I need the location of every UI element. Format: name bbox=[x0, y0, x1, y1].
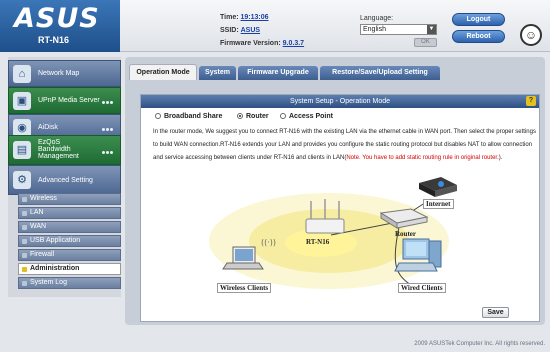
sidebar-item-label: EzQoS Bandwidth Management bbox=[38, 139, 79, 160]
tab-operation-mode[interactable]: Operation Mode bbox=[129, 64, 197, 80]
language-select[interactable]: English ▼ bbox=[360, 24, 437, 35]
sidebar-item-label: AiDisk bbox=[38, 124, 58, 131]
mode-description: In the router mode, We suggest you to co… bbox=[153, 129, 536, 161]
qos-icon: ▤ bbox=[13, 141, 31, 159]
bullet-icon bbox=[22, 239, 27, 244]
firmware-value[interactable]: 9.0.3.7 bbox=[283, 40, 304, 47]
sidebar-sub-wireless[interactable]: Wireless bbox=[18, 193, 121, 205]
bullet-icon bbox=[22, 197, 27, 202]
sidebar-item-ezqos[interactable]: ▤ EzQoS Bandwidth Management bbox=[8, 135, 121, 165]
panel-title: System Setup - Operation Mode ? bbox=[141, 95, 539, 108]
router-label: Router bbox=[395, 230, 416, 238]
routing-note: Note. You have to add static routing rul… bbox=[346, 155, 499, 161]
network-icon: ⌂ bbox=[13, 65, 31, 83]
copyright-footer: 2009 ASUSTek Computer Inc. All rights re… bbox=[414, 341, 545, 347]
wifi-icon: ((·)) bbox=[261, 238, 276, 247]
time-label: Time: bbox=[220, 14, 239, 21]
help-icon[interactable]: ? bbox=[526, 96, 536, 106]
save-button[interactable]: Save bbox=[482, 307, 509, 318]
network-diagram: ((·)) bbox=[209, 177, 457, 289]
sidebar-sub-system-log[interactable]: System Log bbox=[18, 277, 121, 289]
model-name: RT-N16 bbox=[38, 35, 70, 45]
ssid-label: SSID: bbox=[220, 27, 239, 34]
rt-n16-label: RT-N16 bbox=[306, 238, 330, 246]
logout-button[interactable]: Logout bbox=[452, 13, 505, 26]
sidebar-sub-firewall[interactable]: Firewall bbox=[18, 249, 121, 261]
sidebar-item-label: Network Map bbox=[38, 70, 80, 77]
rt-n16-router-icon bbox=[305, 199, 345, 234]
firmware-label: Firmware Version: bbox=[220, 40, 281, 47]
operation-mode-panel: System Setup - Operation Mode ? Broadban… bbox=[140, 94, 540, 322]
ssid-readout: SSID: ASUS bbox=[220, 27, 260, 34]
tab-system[interactable]: System bbox=[199, 66, 236, 80]
radio-selected-icon bbox=[237, 113, 243, 119]
chevron-down-icon[interactable]: ▼ bbox=[427, 25, 436, 34]
sidebar: ⌂ Network Map ▣ UPnP Media Server ◉ AiDi… bbox=[8, 57, 121, 297]
smiley-icon[interactable]: ☺ bbox=[520, 24, 542, 46]
sidebar-item-advanced-setting[interactable]: ⚙ Advanced Setting bbox=[8, 165, 121, 195]
header: ASUS RT-N16 Time: 19:13:06 SSID: ASUS Fi… bbox=[0, 0, 550, 52]
internet-label: Internet bbox=[423, 199, 454, 209]
ssid-value[interactable]: ASUS bbox=[241, 27, 260, 34]
language-ok-button[interactable]: OK bbox=[414, 38, 437, 47]
settings-icon: ⚙ bbox=[13, 171, 31, 189]
sidebar-sub-administration[interactable]: Administration bbox=[18, 263, 121, 275]
brand-area: ASUS RT-N16 bbox=[0, 0, 120, 52]
sidebar-item-upnp-media-server[interactable]: ▣ UPnP Media Server bbox=[8, 87, 121, 114]
wired-clients-label: Wired Clients bbox=[398, 283, 446, 293]
status-dots-icon bbox=[102, 99, 116, 104]
bullet-icon bbox=[22, 211, 27, 216]
sidebar-item-network-map[interactable]: ⌂ Network Map bbox=[8, 60, 121, 87]
sidebar-sub-lan[interactable]: LAN bbox=[18, 207, 121, 219]
bullet-icon bbox=[22, 225, 27, 230]
language-value: English bbox=[363, 26, 386, 33]
wireless-clients-label: Wireless Clients bbox=[217, 283, 272, 293]
firmware-readout: Firmware Version: 9.0.3.7 bbox=[220, 40, 304, 47]
bullet-icon bbox=[22, 253, 27, 258]
status-dots-icon bbox=[102, 149, 116, 154]
time-value[interactable]: 19:13:06 bbox=[241, 14, 269, 21]
reboot-button[interactable]: Reboot bbox=[452, 30, 505, 43]
bullet-icon bbox=[22, 281, 27, 286]
media-server-icon: ▣ bbox=[13, 92, 31, 110]
internet-modem-icon bbox=[419, 177, 457, 197]
sidebar-sub-usb-application[interactable]: USB Application bbox=[18, 235, 121, 247]
sidebar-item-label: UPnP Media Server bbox=[38, 97, 100, 104]
asus-logo: ASUS bbox=[14, 3, 100, 34]
language-label: Language: bbox=[360, 15, 394, 22]
time-readout: Time: 19:13:06 bbox=[220, 14, 269, 21]
sidebar-sub-wan[interactable]: WAN bbox=[18, 221, 121, 233]
tab-restore-save-upload[interactable]: Restore/Save/Upload Setting bbox=[320, 66, 440, 80]
radio-icon bbox=[280, 113, 286, 119]
tab-firmware-upgrade[interactable]: Firmware Upgrade bbox=[238, 66, 318, 80]
radio-icon bbox=[155, 113, 161, 119]
bullet-icon bbox=[22, 267, 27, 272]
mode-access-point-radio[interactable]: Access Point bbox=[280, 113, 333, 120]
mode-broadband-share-radio[interactable]: Broadband Share bbox=[155, 113, 222, 120]
mode-router-radio[interactable]: Router bbox=[237, 113, 269, 120]
sidebar-item-label: Advanced Setting bbox=[38, 177, 93, 184]
status-dots-icon bbox=[102, 126, 116, 131]
